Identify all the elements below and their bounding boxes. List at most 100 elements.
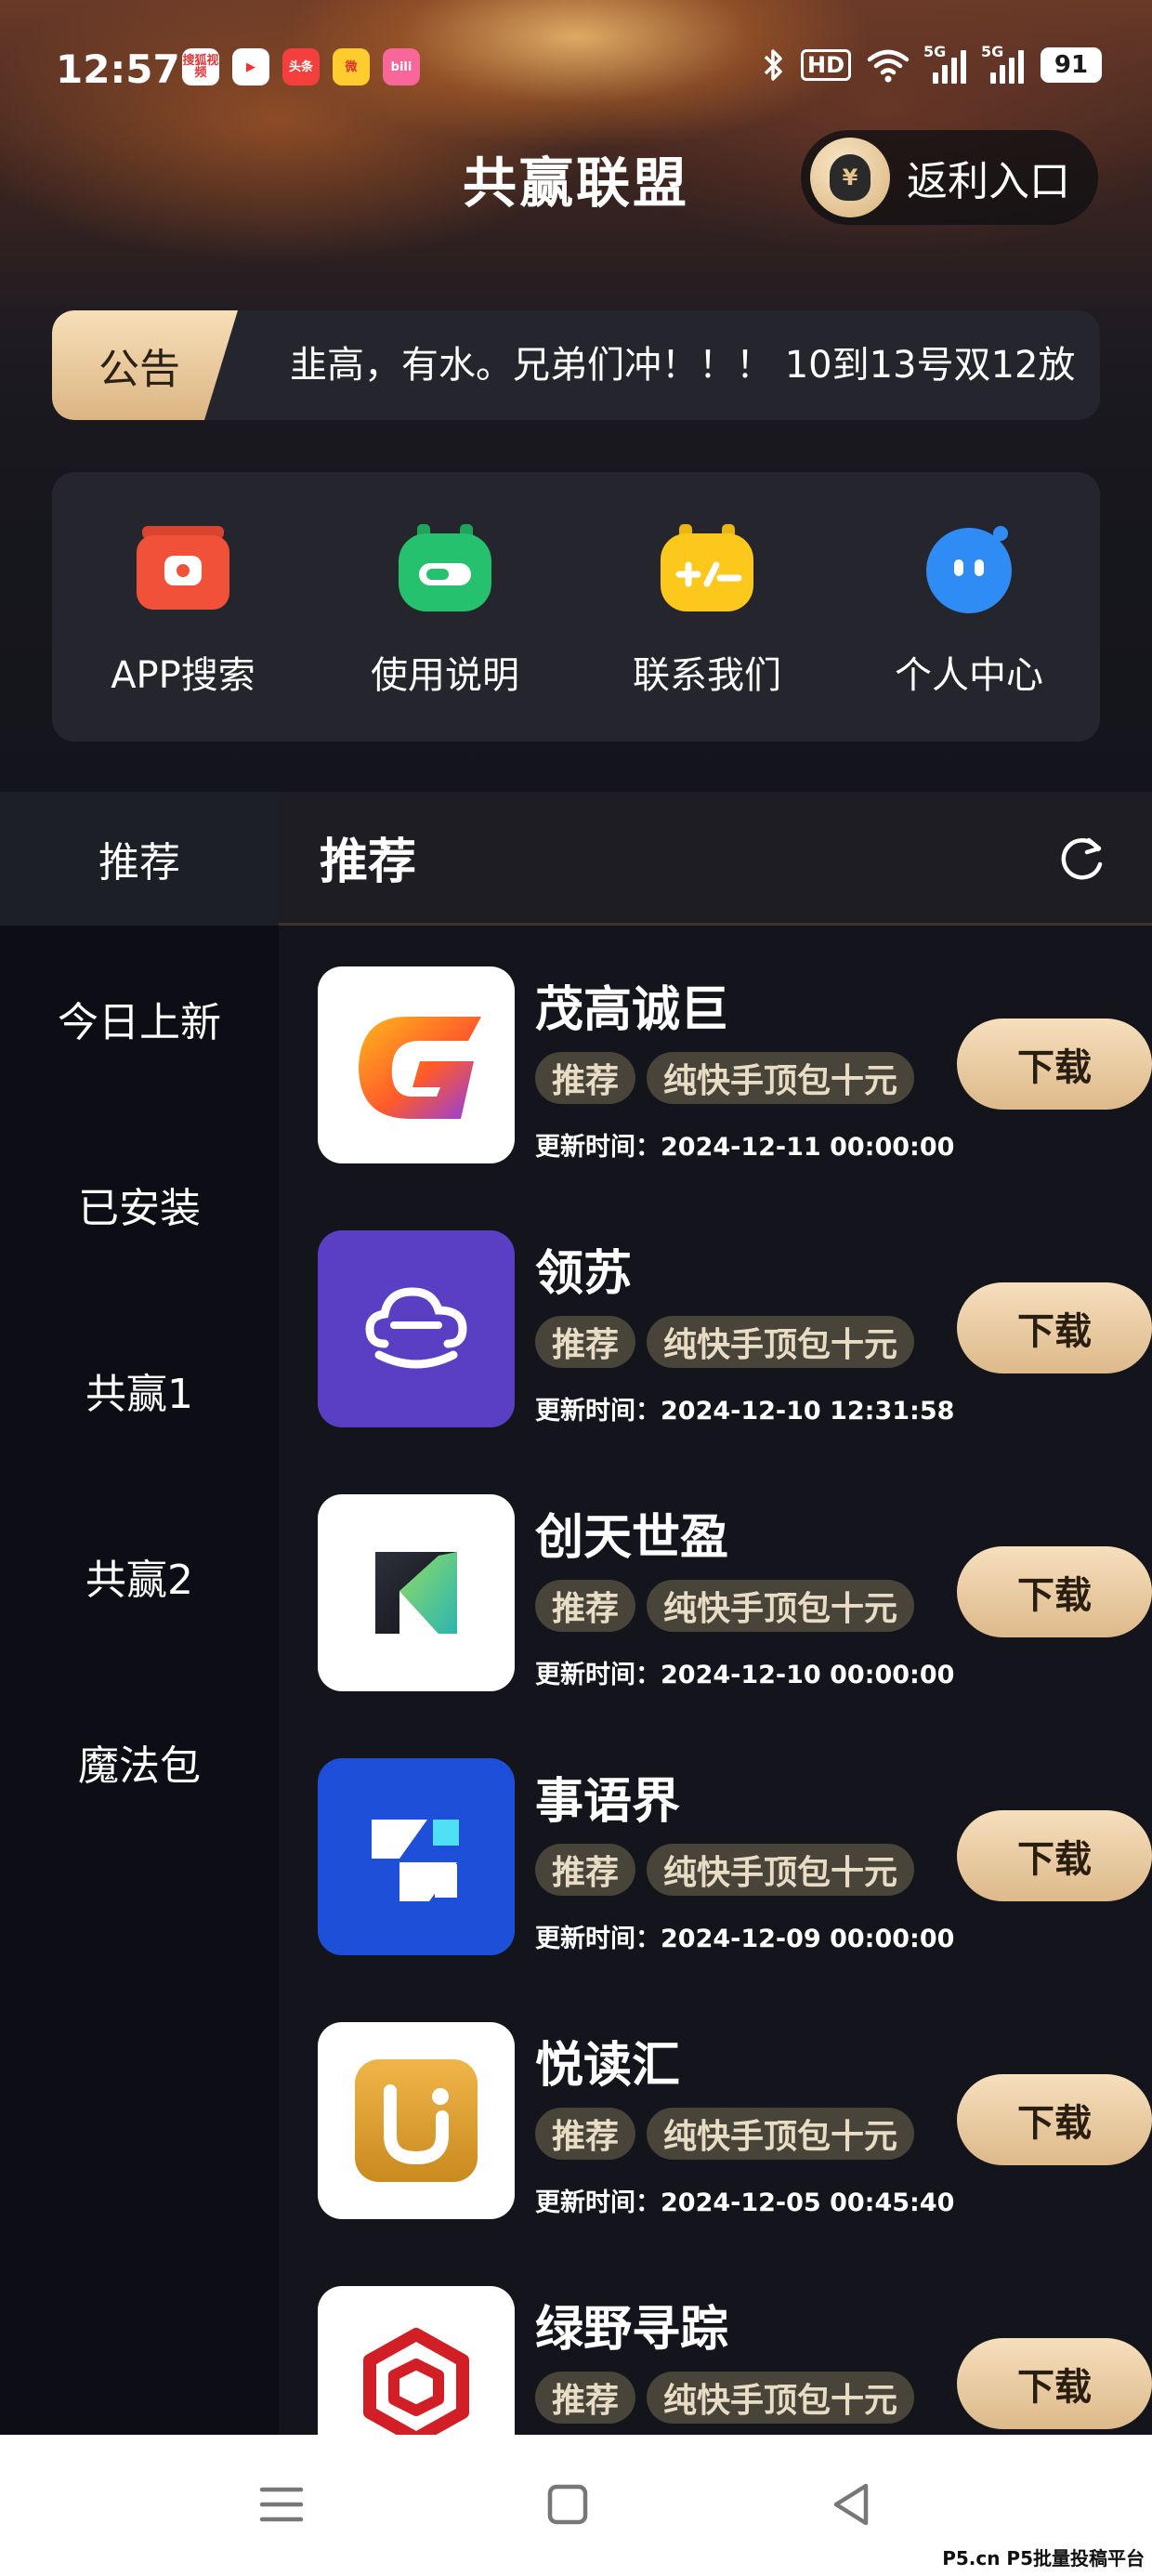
app-update-time: 更新时间：2024-12-11 00:00:00 [535,1133,955,1162]
nav-home-button[interactable] [535,2472,600,2537]
bilibili-app-icon: bili [383,48,420,85]
page-title: 共赢联盟 [462,151,689,215]
lvye-logo-icon [318,2286,515,2435]
app-name: 事语界 [535,1774,681,1830]
app-tags: 推荐 纯快手顶包十元 [535,1316,915,1368]
battery-icon: 91 [1041,47,1102,83]
sidebar-item-magic-pack[interactable]: 魔法包 [0,1669,279,1855]
sidebar-item-installed[interactable]: 已安装 [0,1111,279,1297]
back-triangle-icon [833,2483,869,2526]
chuangtian-logo-icon [318,1494,515,1691]
app-tag: 推荐 [535,1844,636,1896]
rebate-entry-label: 返利入口 [907,158,1070,205]
app-tag: 纯快手顶包十元 [647,1052,915,1104]
menu-icon [259,2487,304,2522]
download-button[interactable]: 下载 [957,1282,1152,1373]
sidebar-item-recommend[interactable]: 推荐 [0,792,279,926]
announcement-bar[interactable]: 公告 韭高，有水。兄弟们冲！！！ 10到13号双12放 [52,310,1100,420]
sidebar-item-gongying-1[interactable]: 共赢1 [0,1297,279,1483]
status-time: 12:57 [56,46,180,92]
app-tags: 推荐 纯快手顶包十元 [535,1580,915,1632]
weibo-app-icon: 微 [333,48,370,85]
sidebar-item-today-new[interactable]: 今日上新 [0,926,279,1111]
sidebar-item-gongying-2[interactable]: 共赢2 [0,1483,279,1669]
app-list-item[interactable]: 绿野寻踪 推荐 纯快手顶包十元 下载 [318,2286,1152,2435]
app-name: 创天世盈 [535,1510,729,1566]
quick-item-label: 联系我们 [633,654,781,697]
download-button[interactable]: 下载 [957,1546,1152,1637]
quick-menu: APP搜索 使用说明 联系我们 个人中心 [52,472,1100,742]
contact-us-icon [657,522,757,615]
quick-item-app-search[interactable]: APP搜索 [52,472,314,742]
app-list-item[interactable]: 领苏 推荐 纯快手顶包十元 更新时间：2024-12-10 12:31:58 下… [318,1230,1152,1427]
quick-item-label: 使用说明 [371,654,519,697]
app-tag: 推荐 [535,1052,636,1104]
app-tag: 纯快手顶包十元 [647,2372,915,2424]
yueduhui-logo-icon [318,2022,515,2219]
app-tags: 推荐 纯快手顶包十元 [535,1844,915,1896]
system-nav-bar: P5.cn P5批量投稿平台 [0,2435,1152,2576]
app-tag: 纯快手顶包十元 [647,1844,915,1896]
app-name: 茂高诚巨 [535,982,729,1038]
system-indicators: HD 5G 5G 91 [762,43,1102,84]
nav-menu-button[interactable] [249,2472,314,2537]
app-update-time: 更新时间：2024-12-09 00:00:00 [535,1925,955,1953]
app-tags: 推荐 纯快手顶包十元 [535,2372,915,2424]
app-update-time: 更新时间：2024-12-10 12:31:58 [535,1397,955,1426]
nav-back-button[interactable] [818,2472,883,2537]
home-square-icon [547,2484,588,2525]
app-list-panel: 推荐 茂高诚巨 推荐 纯快手顶包十元 更新时间：2024-12-11 00:00… [279,792,1152,2435]
hd-voice-icon: HD [800,49,851,81]
toutiao-app-icon: 头条 [282,48,320,85]
app-tags: 推荐 纯快手顶包十元 [535,2108,915,2160]
lingsu-cloud-logo-icon [318,1230,515,1427]
app-list-item[interactable]: 茂高诚巨 推荐 纯快手顶包十元 更新时间：2024-12-11 00:00:00… [318,966,1152,1163]
app-tag: 推荐 [535,1316,636,1368]
app-list-item[interactable]: 创天世盈 推荐 纯快手顶包十元 更新时间：2024-12-10 00:00:00… [318,1494,1152,1691]
sougou-video-app-icon: 搜狐视频 [182,48,219,85]
quick-item-label: 个人中心 [895,654,1043,697]
app-tag: 推荐 [535,2108,636,2160]
app-tags: 推荐 纯快手顶包十元 [535,1052,915,1104]
app-update-time: 更新时间：2024-12-10 00:00:00 [535,1661,955,1689]
app-search-icon [133,522,233,615]
app-list-item[interactable]: 悦读汇 推荐 纯快手顶包十元 更新时间：2024-12-05 00:45:40 … [318,2022,1152,2219]
shiyujie-logo-icon [318,1758,515,1955]
video-play-app-icon: ▶ [232,48,269,85]
app-tag: 纯快手顶包十元 [647,2108,915,2160]
refresh-icon[interactable] [1055,833,1107,885]
bluetooth-icon [764,49,782,81]
money-bag-icon: ¥ [810,138,890,217]
wifi-icon [867,49,910,83]
download-button[interactable]: 下载 [957,2338,1152,2429]
app-tag: 推荐 [535,1580,636,1632]
download-button[interactable]: 下载 [957,1810,1152,1901]
quick-item-contact-us[interactable]: 联系我们 [576,472,838,742]
notification-icons: 搜狐视频 ▶ 头条微 bili [182,48,420,85]
app-name: 领苏 [535,1246,633,1302]
app-name: 悦读汇 [535,2038,681,2094]
instructions-icon [395,522,495,615]
signal-5g-2-icon: 5G [981,43,1026,84]
quick-item-personal-center[interactable]: 个人中心 [838,472,1100,742]
app-tag: 推荐 [535,2372,636,2424]
maogao-logo-icon [318,966,515,1163]
quick-item-label: APP搜索 [111,654,255,697]
announcement-text: 韭高，有水。兄弟们冲！！！ 10到13号双12放 [290,344,1076,387]
category-sidebar: 推荐 今日上新 已安装 共赢1 共赢2 魔法包 [0,792,279,2435]
app-tag: 纯快手顶包十元 [647,1580,915,1632]
app-tag: 纯快手顶包十元 [647,1316,915,1368]
rebate-entry-button[interactable]: ¥ 返利入口 [801,130,1098,225]
signal-5g-icon: 5G [923,43,968,84]
list-heading: 推荐 [320,835,417,890]
quick-item-instructions[interactable]: 使用说明 [314,472,576,742]
personal-center-icon [919,522,1019,615]
app-update-time: 更新时间：2024-12-05 00:45:40 [535,2188,955,2217]
list-header: 推荐 [279,792,1152,926]
download-button[interactable]: 下载 [957,1019,1152,1110]
download-button[interactable]: 下载 [957,2074,1152,2165]
watermark-text: P5.cn P5批量投稿平台 [942,2547,1145,2569]
announcement-tag: 公告 [52,310,238,420]
app-list-item[interactable]: 事语界 推荐 纯快手顶包十元 更新时间：2024-12-09 00:00:00 … [318,1758,1152,1955]
app-name: 绿野寻踪 [535,2302,729,2358]
